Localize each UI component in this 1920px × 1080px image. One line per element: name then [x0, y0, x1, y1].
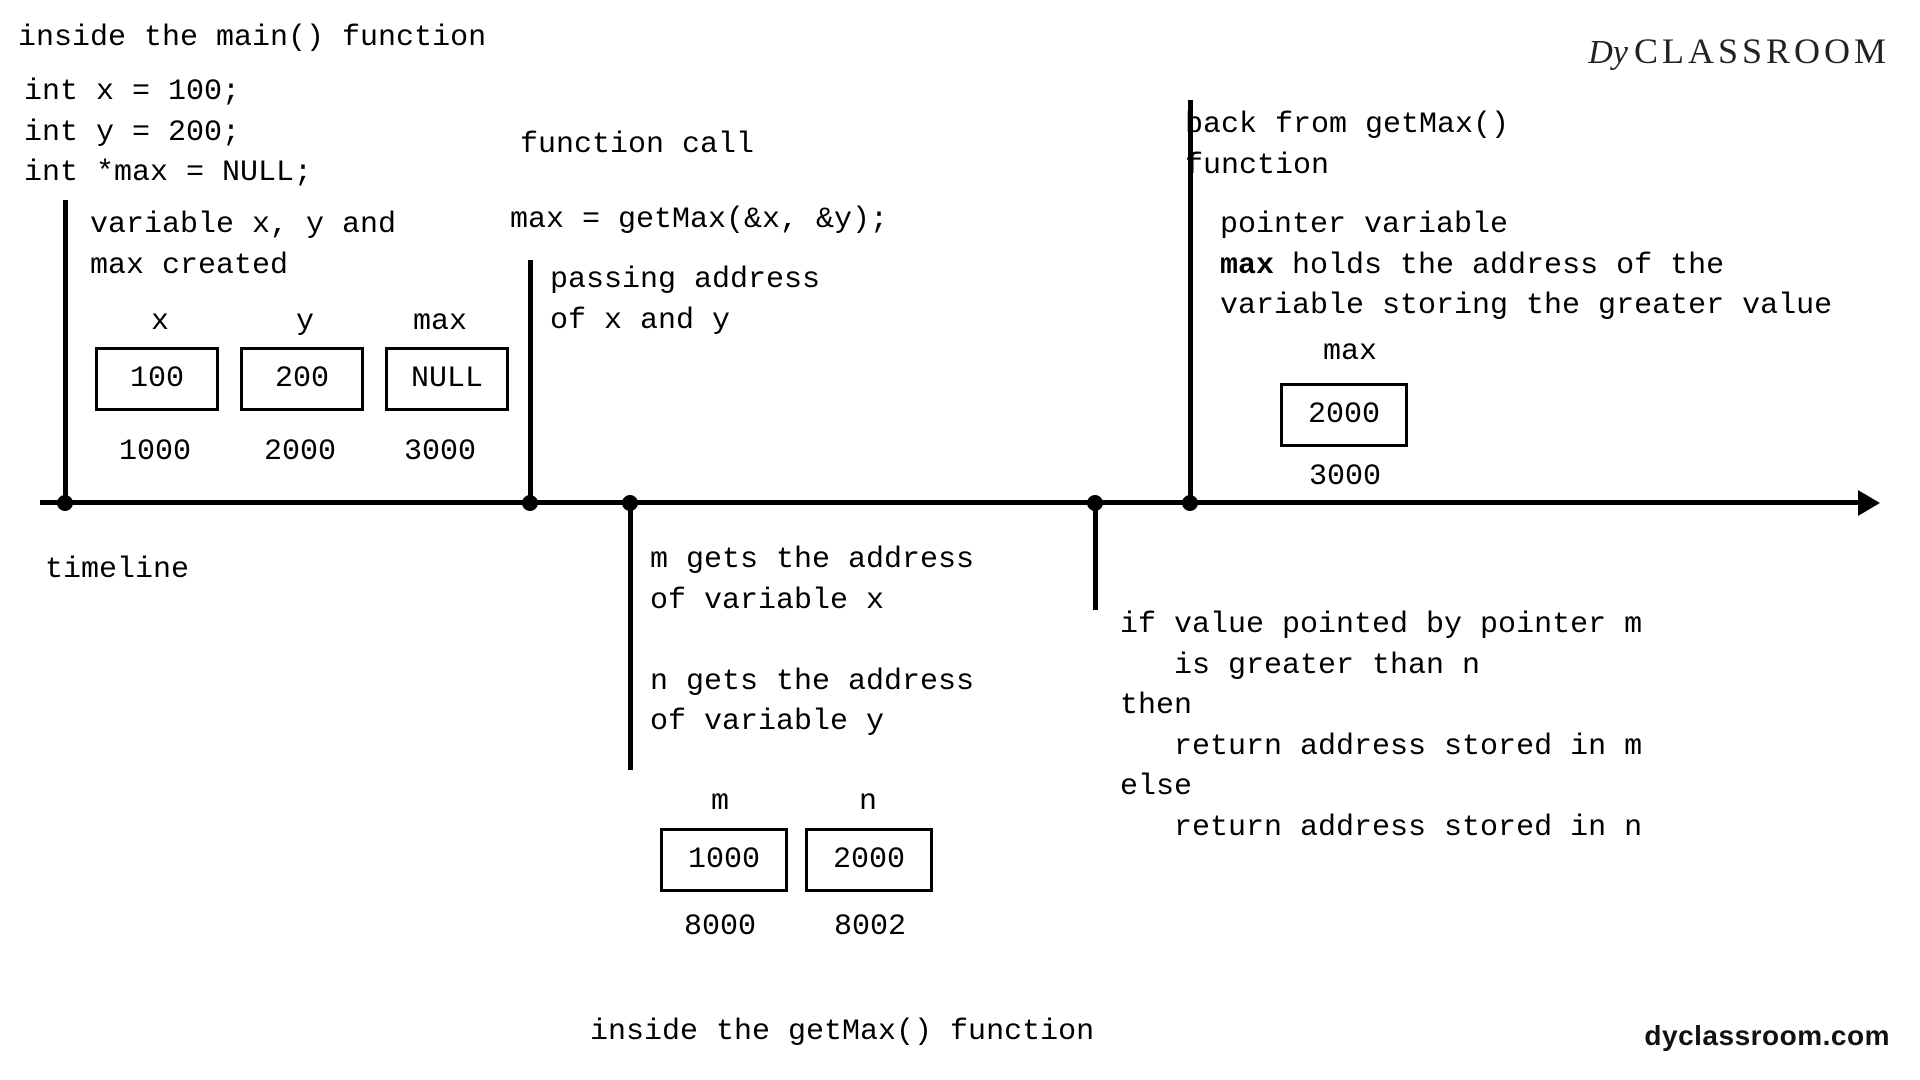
var-value: NULL [411, 362, 483, 396]
var-value: 2000 [833, 843, 905, 877]
var-addr: 3000 [400, 435, 480, 469]
var-box: 2000 [805, 828, 933, 892]
brand-logo: DyCLASSROOM [1588, 30, 1890, 72]
var-value: 2000 [1308, 398, 1380, 432]
var-value: 1000 [688, 843, 760, 877]
section3-title: back from getMax() function [1185, 105, 1509, 186]
footer-brand: dyclassroom.com [1644, 1020, 1890, 1052]
footer-title: inside the getMax() function [590, 1012, 1094, 1053]
var-addr: 2000 [260, 435, 340, 469]
var-name: m [700, 785, 740, 819]
var-name: max [400, 305, 480, 339]
timeline-arrowhead [1858, 490, 1880, 516]
section2-title: function call [520, 125, 754, 166]
section2-call: max = getMax(&x, &y); [510, 200, 888, 241]
var-addr: 8002 [830, 910, 910, 944]
var-addr: 8000 [680, 910, 760, 944]
below1-caption: m gets the address of variable x n gets … [650, 540, 974, 743]
timeline-label: timeline [45, 550, 189, 591]
var-name: n [848, 785, 888, 819]
logo-text: CLASSROOM [1634, 31, 1890, 71]
var-box: 1000 [660, 828, 788, 892]
var-name: x [140, 305, 180, 339]
var-name: max [1310, 335, 1390, 369]
tick-down [628, 500, 633, 770]
var-addr: 3000 [1305, 460, 1385, 494]
tick-up [63, 200, 68, 500]
var-box: NULL [385, 347, 509, 411]
var-box: 2000 [1280, 383, 1408, 447]
code-declarations: int x = 100; int y = 200; int *max = NUL… [24, 72, 312, 194]
var-addr: 1000 [115, 435, 195, 469]
var-value: 100 [130, 362, 184, 396]
timeline-axis [40, 500, 1860, 505]
tick-up [528, 260, 533, 500]
section3-caption: pointer variable max holds the address o… [1220, 205, 1832, 327]
var-name: y [285, 305, 325, 339]
var-box: 200 [240, 347, 364, 411]
section2-caption: passing address of x and y [550, 260, 820, 341]
var-box: 100 [95, 347, 219, 411]
section1-caption: variable x, y and max created [90, 205, 396, 286]
tick-down [1093, 500, 1098, 610]
below2-text: if value pointed by pointer m is greater… [1120, 605, 1642, 848]
title-main: inside the main() function [18, 18, 486, 59]
var-value: 200 [275, 362, 329, 396]
logo-prefix: Dy [1588, 34, 1628, 71]
